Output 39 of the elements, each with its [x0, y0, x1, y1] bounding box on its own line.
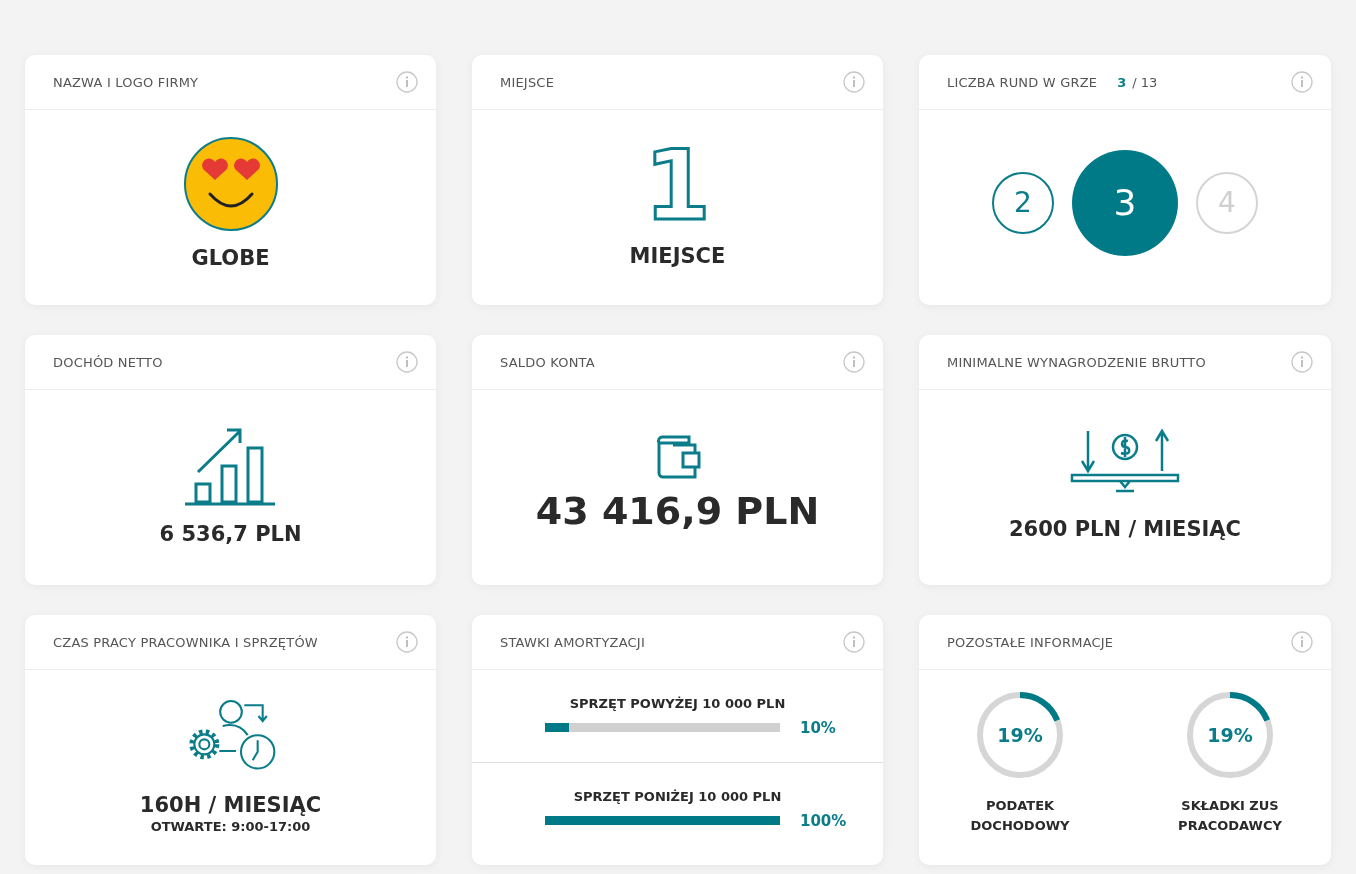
info-icon[interactable]	[1291, 631, 1313, 653]
info-icon[interactable]	[396, 351, 418, 373]
card-title: MIEJSCE	[500, 74, 555, 90]
place-number: 1	[644, 137, 711, 234]
rate-value: 10%	[800, 718, 837, 737]
card-title: MINIMALNE WYNAGRODZENIE BRUTTO	[947, 354, 1206, 370]
round-indicator: 2	[992, 171, 1054, 234]
card-title: NAZWA I LOGO FIRMY	[53, 74, 199, 90]
smiley-logo-icon	[182, 135, 279, 232]
card-title: STAWKI AMORTYZACJI	[500, 634, 645, 650]
company-name: GLOBE	[191, 245, 270, 270]
card-value: 6 536,7 PLN	[159, 521, 302, 546]
total-rounds: / 13	[1132, 74, 1158, 90]
info-icon[interactable]	[843, 351, 865, 373]
equipment-label: SPRZĘT POWYŻEJ 10 000 PLN	[569, 695, 786, 711]
card-title: DOCHÓD NETTO	[53, 354, 163, 370]
card-title: SALDO KONTA	[500, 354, 595, 370]
ring-value: 19%	[997, 723, 1043, 746]
card-value: 2600 PLN / MIESIĄC	[1008, 516, 1242, 541]
info-icon[interactable]	[1291, 351, 1313, 373]
ring-value: 19%	[1207, 723, 1253, 746]
info-icon[interactable]	[396, 631, 418, 653]
current-round: 3	[1117, 74, 1127, 90]
card-value: 160H / MIESIĄC	[139, 793, 322, 817]
rate-value: 100%	[800, 811, 846, 830]
card-value: 43 416,9 PLN	[535, 488, 820, 533]
card-title: CZAS PRACY PRACOWNIKA I SPRZĘTÓW	[53, 634, 318, 650]
ring-label: SKŁADKI ZUS PRACODAWCY	[1177, 796, 1283, 835]
equipment-label: SPRZĘT PONIŻEJ 10 000 PLN	[573, 788, 782, 804]
info-icon[interactable]	[1291, 71, 1313, 93]
info-icon[interactable]	[396, 71, 418, 93]
info-icon[interactable]	[843, 631, 865, 653]
info-icon[interactable]	[843, 71, 865, 93]
round-indicator: 3	[1072, 149, 1178, 256]
card-title: POZOSTAŁE INFORMACJE	[947, 634, 1114, 650]
opening-hours: OTWARTE: 9:00-17:00	[150, 819, 311, 834]
card-title: LICZBA RUND W GRZE	[947, 74, 1098, 90]
ring-label: PODATEK DOCHODOWY	[969, 796, 1071, 835]
place-label: MIEJSCE	[629, 243, 726, 268]
